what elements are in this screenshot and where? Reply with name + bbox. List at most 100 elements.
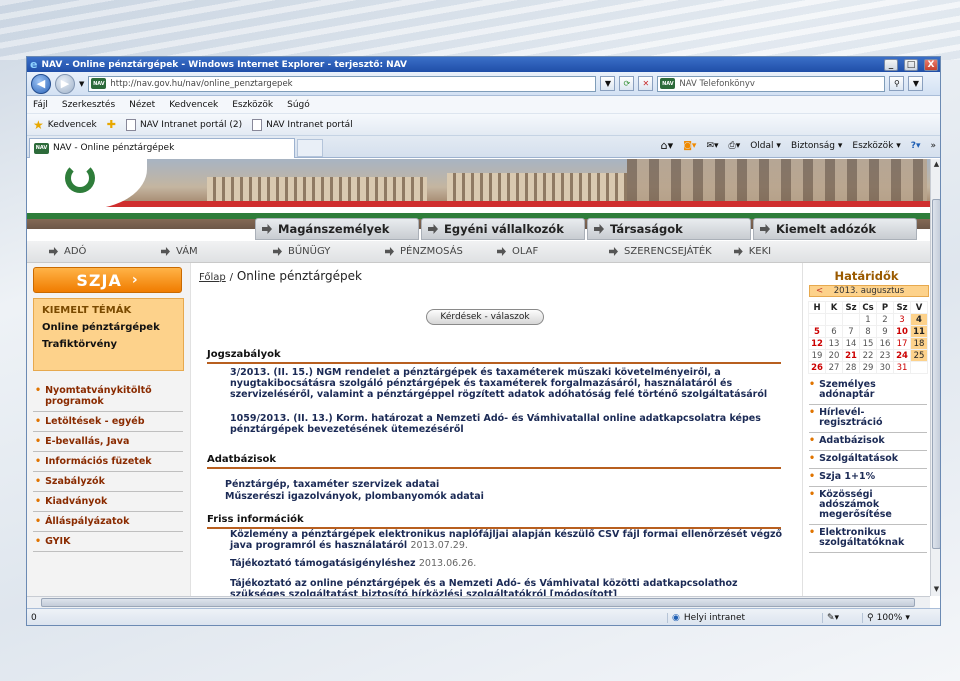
add-favorite-icon[interactable]: ✚ <box>107 118 116 131</box>
left-link-list: • Nyomtatványkitöltő programok • Letöltése… <box>33 381 183 552</box>
featured-online-penztargepek[interactable]: Online pénztárgépek <box>34 322 183 333</box>
szja-button[interactable]: SZJA › <box>33 267 182 293</box>
left-link[interactable]: • E-bevallás, Java <box>33 432 183 452</box>
help-icon[interactable]: ?▾ <box>911 141 921 151</box>
zoom-control[interactable]: ⚲ 100% ▾ <box>862 613 910 623</box>
refresh-icon[interactable]: ⟳ <box>619 76 635 91</box>
menu-help[interactable]: Súgó <box>287 100 310 110</box>
search-provider-icon: NAV <box>660 78 676 89</box>
section-title: Friss információk <box>207 514 781 529</box>
menu-edit[interactable]: Szerkesztés <box>62 100 115 110</box>
subnav-olaf[interactable]: OLAF <box>497 246 587 257</box>
news-item[interactable]: Tájékoztató támogatásigényléshez 2013.06… <box>230 558 785 569</box>
tab-favicon: NAV <box>34 142 49 154</box>
calendar-day[interactable]: 26 <box>808 361 826 374</box>
subnav-penzmosas[interactable]: PÉNZMOSÁS <box>385 246 475 257</box>
close-button[interactable]: X <box>924 58 938 71</box>
print-icon[interactable]: ⎙▾ <box>729 141 741 151</box>
more-commands[interactable]: » <box>930 141 936 151</box>
back-button[interactable]: ◀ <box>31 73 51 94</box>
left-link[interactable]: • Információs füzetek <box>33 452 183 472</box>
tab-nav-online[interactable]: NAV NAV - Online pénztárgépek <box>29 137 295 158</box>
rss-icon[interactable]: ◙▾ <box>683 141 696 151</box>
minimize-button[interactable]: _ <box>884 58 898 71</box>
calendar-day[interactable]: 4 <box>910 313 928 326</box>
right-link[interactable]: • Hírlevél-regisztráció <box>809 405 927 433</box>
history-dropdown-icon[interactable]: ▼ <box>79 80 84 88</box>
left-link[interactable]: • Álláspályázatok <box>33 512 183 532</box>
menu-favorites[interactable]: Kedvencek <box>169 100 218 110</box>
right-link[interactable]: • Szolgáltatások <box>809 451 927 469</box>
law-link[interactable]: 3/2013. (II. 15.) NGM rendelet a pénztár… <box>230 367 785 400</box>
scroll-thumb[interactable] <box>932 199 940 549</box>
subnav-keki[interactable]: KEKI <box>733 246 824 257</box>
horizontal-scrollbar[interactable] <box>27 596 930 608</box>
left-link[interactable]: • Nyomtatványkitöltő programok <box>33 381 183 412</box>
url-dropdown-icon[interactable]: ▼ <box>600 76 616 91</box>
subnav-szerencsejatek[interactable]: SZERENCSEJÁTÉK <box>609 246 712 257</box>
tab-maganszemelyek[interactable]: Magánszemélyek <box>255 218 419 240</box>
right-link[interactable]: • Személyes adónaptár <box>809 377 927 405</box>
menu-view[interactable]: Nézet <box>129 100 155 110</box>
search-icon[interactable]: ⚲ <box>889 76 905 91</box>
calendar-day[interactable]: 21 <box>842 349 860 362</box>
news-item[interactable]: Tájékoztató az online pénztárgépek és a … <box>230 578 785 596</box>
favorite-link-2[interactable]: NAV Intranet portál <box>252 118 353 131</box>
left-link[interactable]: • Kiadványok <box>33 492 183 512</box>
tools-menu[interactable]: Eszközök ▾ <box>852 141 900 151</box>
news-item[interactable]: Közlemény a pénztárgépek elektronikus na… <box>230 529 785 551</box>
law-link[interactable]: 1059/2013. (II. 13.) Korm. határozat a N… <box>230 413 785 435</box>
database-link[interactable]: Pénztárgép, taxaméter szervizek adatai <box>225 479 780 490</box>
subnav-vam[interactable]: VÁM <box>161 246 251 257</box>
home-icon[interactable]: ⌂▾ <box>661 139 674 152</box>
tab-tarsasagok[interactable]: Társaságok <box>587 218 751 240</box>
database-link[interactable]: Műszerészi igazolványok, plombanyomók ad… <box>225 491 780 502</box>
new-tab-button[interactable] <box>297 138 323 157</box>
tab-egyeni-vallalkozok[interactable]: Egyéni vállalkozók <box>421 218 585 240</box>
tab-bar: NAV NAV - Online pénztárgépek ⌂▾ ◙▾ ✉▾ ⎙… <box>27 136 940 158</box>
qa-button[interactable]: Kérdések - válaszok <box>426 309 544 325</box>
calendar-day[interactable]: 24 <box>893 349 911 362</box>
right-link[interactable]: • Közösségi adószámok megerősítése <box>809 487 927 525</box>
page-menu[interactable]: Oldal ▾ <box>750 141 781 151</box>
tab-kiemelt-adozok[interactable]: Kiemelt adózók <box>753 218 917 240</box>
calendar-day[interactable]: 12 <box>808 337 826 350</box>
maximize-button[interactable]: □ <box>904 58 918 71</box>
stop-icon[interactable]: ✕ <box>638 76 654 91</box>
right-link[interactable]: • Elektronikus szolgáltatóknak <box>809 525 927 553</box>
prev-month-button[interactable]: < <box>816 286 823 296</box>
favorite-link-1[interactable]: NAV Intranet portál (2) <box>125 118 242 131</box>
search-options-icon[interactable]: ▼ <box>908 76 924 91</box>
right-link[interactable]: • Adatbázisok <box>809 433 927 451</box>
url-field[interactable]: NAV http://nav.gov.hu/nav/online_penztar… <box>88 75 597 92</box>
protected-mode-icon[interactable]: ✎▾ <box>822 613 862 623</box>
breadcrumb-home[interactable]: Főlap <box>199 272 226 283</box>
subnav-bunugy[interactable]: BŰNÜGY <box>273 246 363 257</box>
menu-file[interactable]: Fájl <box>33 100 48 110</box>
title-bar: e NAV - Online pénztárgépek - Windows In… <box>27 57 940 72</box>
left-sidebar: SZJA › KIEMELT TÉMÁK Online pénztárgépek … <box>27 263 191 596</box>
left-link[interactable]: • Letöltések - egyéb <box>33 412 183 432</box>
security-zone[interactable]: ◉ Helyi intranet <box>667 613 822 623</box>
left-link[interactable]: • GYIK <box>33 532 183 552</box>
mail-icon[interactable]: ✉▾ <box>706 141 718 151</box>
vertical-scrollbar[interactable]: ▲ ▼ <box>930 159 940 596</box>
search-field[interactable]: NAV NAV Telefonkönyv <box>657 75 886 92</box>
featured-trafiktorveny[interactable]: Trafiktörvény <box>34 339 183 350</box>
menu-tools[interactable]: Eszközök <box>232 100 273 110</box>
forward-button[interactable]: ▶ <box>55 73 75 94</box>
right-link-list: • Személyes adónaptár • Hírlevél-regisztrá… <box>809 377 927 553</box>
scroll-up-icon[interactable]: ▲ <box>932 160 940 170</box>
subnav-ado[interactable]: ADÓ <box>49 246 139 257</box>
favorites-button[interactable]: ★ Kedvencek <box>33 118 97 132</box>
scroll-down-icon[interactable]: ▼ <box>932 585 940 595</box>
scroll-thumb[interactable] <box>41 598 915 607</box>
safety-menu[interactable]: Biztonság ▾ <box>791 141 842 151</box>
calendar-day[interactable]: 5 <box>808 325 826 338</box>
calendar-day[interactable]: 10 <box>893 325 911 338</box>
page-title: Online pénztárgépek <box>236 269 362 283</box>
left-link[interactable]: • Szabályzók <box>33 472 183 492</box>
right-link[interactable]: • Szja 1+1% <box>809 469 927 487</box>
desktop-background <box>0 0 960 60</box>
browser-window: e NAV - Online pénztárgépek - Windows In… <box>26 56 941 626</box>
